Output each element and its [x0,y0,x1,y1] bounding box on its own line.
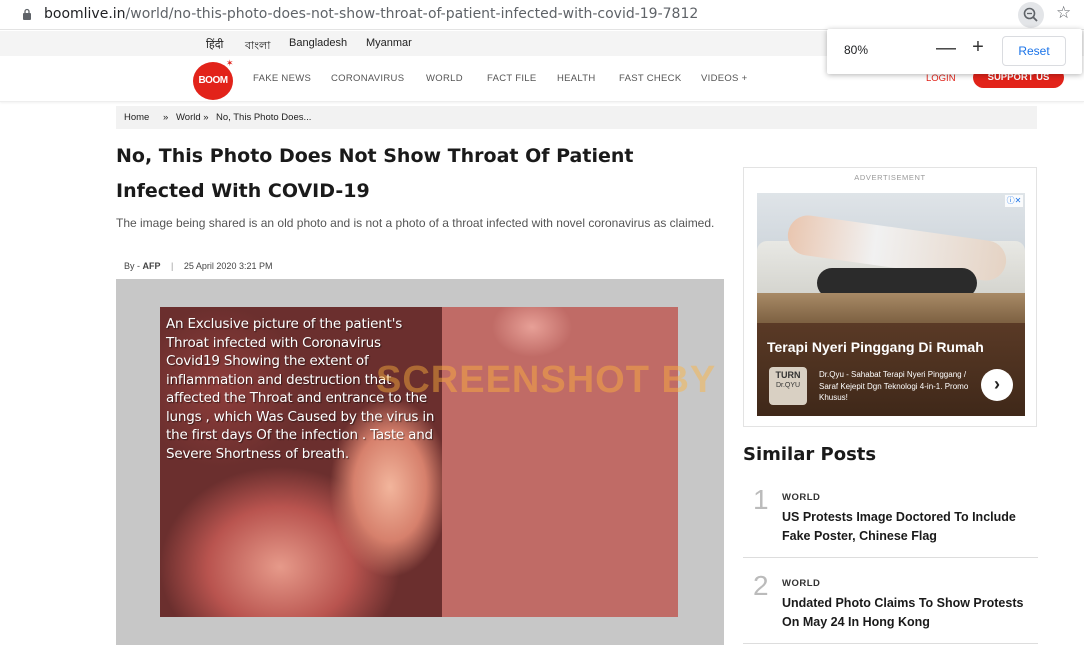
byline-author[interactable]: AFP [143,261,161,271]
breadcrumb-home[interactable]: Home [124,112,149,123]
url-path: /world/no-this-photo-does-not-show-throa… [125,6,699,22]
zoom-popup: 80% — + Reset [827,29,1082,74]
breadcrumb: Home » World » No, This Photo Does... [116,106,1037,129]
lock-icon [23,8,31,20]
byline-divider: | [171,261,174,271]
ad-brand-line2: Dr.QYU [775,382,801,389]
ad-table [757,293,1025,323]
post-title[interactable]: US Protests Image Doctored To Include Fa… [782,508,1038,546]
breadcrumb-world[interactable]: World » [176,112,209,123]
zoom-level: 80% [844,43,869,57]
ad-arrow-button[interactable]: › [981,369,1013,401]
lang-bangladesh[interactable]: Bangladesh [289,37,347,49]
breadcrumb-current: No, This Photo Does... [216,112,312,123]
similar-post-item[interactable]: 1 WORLD US Protests Image Doctored To In… [743,484,1038,558]
nav-coronavirus[interactable]: CORONAVIRUS [331,73,404,84]
article-image-container: An Exclusive picture of the patient's Th… [116,279,724,645]
nav-health[interactable]: HEALTH [557,73,596,84]
ad-brand-line1: TURN [775,370,801,380]
ad-brand-logo: TURN Dr.QYU [769,367,807,405]
post-category[interactable]: WORLD [782,578,820,589]
lang-hindi[interactable]: हिंदी [206,37,223,52]
nav-fast-check[interactable]: FAST CHECK [619,73,681,84]
logo-spark-icon: ✶ [226,58,234,68]
nav-fake-news[interactable]: FAKE NEWS [253,73,311,84]
similar-posts-heading: Similar Posts [743,444,877,465]
similar-post-item[interactable]: 2 WORLD Undated Photo Claims To Show Pro… [743,570,1038,644]
article-title: No, This Photo Does Not Show Throat Of P… [116,145,634,202]
zoom-button[interactable] [1018,2,1044,28]
advertisement-box: ADVERTISEMENT ⓘ✕ Terapi Nyeri Pinggang D… [743,167,1037,427]
zoom-reset-button[interactable]: Reset [1002,36,1066,66]
login-link[interactable]: LOGIN [926,73,956,84]
zoom-out-button[interactable]: — [936,37,956,60]
throat-photo[interactable]: An Exclusive picture of the patient's Th… [160,307,678,617]
ad-headline: Terapi Nyeri Pinggang Di Rumah [767,339,984,355]
post-title[interactable]: Undated Photo Claims To Show Protests On… [782,594,1038,632]
nav-videos[interactable]: VIDEOS + [701,73,748,84]
post-number: 2 [753,570,769,601]
lang-bangla[interactable]: বাংলা [245,37,270,56]
ad-description: Dr.Qyu - Sahabat Terapi Nyeri Pinggang /… [819,370,969,402]
article-summary: The image being shared is an old photo a… [116,216,715,230]
magnifier-icon [1023,7,1038,22]
ad-creative[interactable]: ⓘ✕ Terapi Nyeri Pinggang Di Rumah TURN D… [757,193,1025,416]
ad-label: ADVERTISEMENT [854,173,926,182]
browser-url-bar[interactable]: boomlive.in/world/no-this-photo-does-not… [0,0,1084,30]
url-text[interactable]: boomlive.in/world/no-this-photo-does-not… [44,6,698,22]
lang-myanmar[interactable]: Myanmar [366,37,412,49]
byline-label: By - [124,261,141,271]
nav-world[interactable]: WORLD [426,73,463,84]
breadcrumb-separator: » [163,112,169,123]
screenshot-watermark: SCREENSHOT BY [376,359,717,401]
post-number: 1 [753,484,769,515]
zoom-in-button[interactable]: + [968,36,988,59]
article-byline: By - AFP | 25 April 2020 3:21 PM [124,261,272,271]
post-category[interactable]: WORLD [782,492,820,503]
bookmark-star-icon[interactable]: ☆ [1056,3,1071,23]
nav-fact-file[interactable]: FACT FILE [487,73,537,84]
ad-choices-icon[interactable]: ⓘ✕ [1005,195,1023,207]
byline-date: 25 April 2020 3:21 PM [183,261,273,271]
url-domain: boomlive.in [44,6,126,22]
photo-right-panel [442,307,678,617]
